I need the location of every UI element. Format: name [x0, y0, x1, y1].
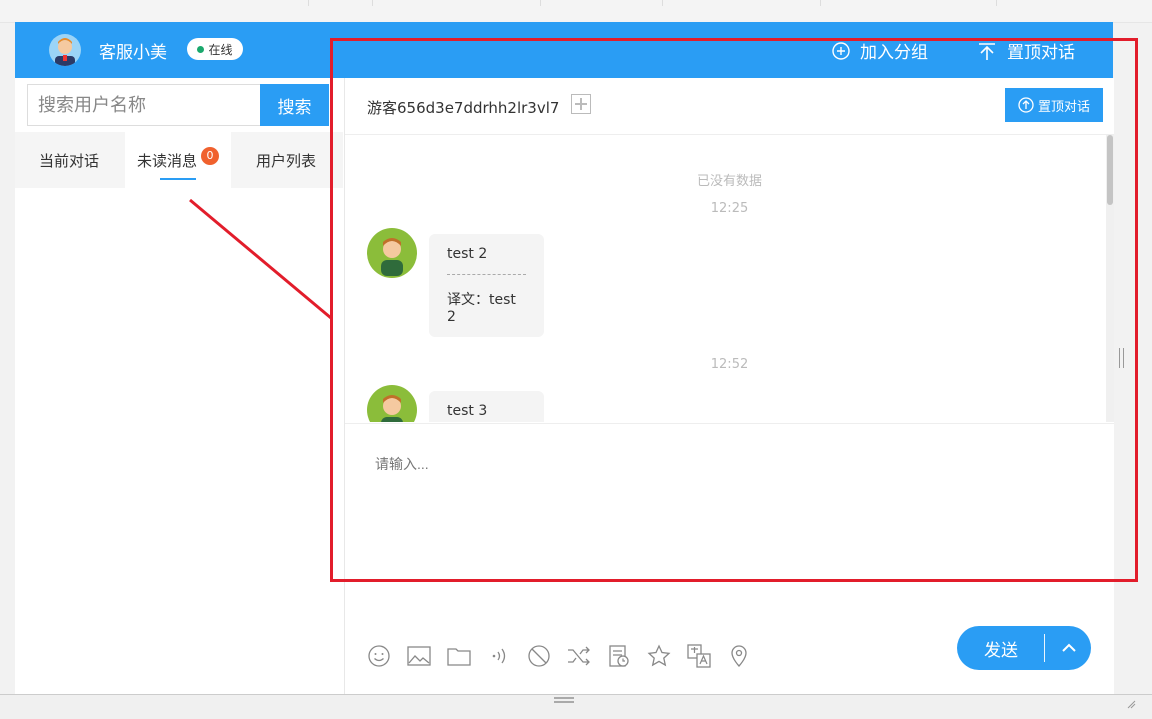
horizontal-resize-handle[interactable]	[554, 697, 574, 703]
annotation-highlight-box	[330, 38, 1138, 582]
corner-resize-icon[interactable]	[1126, 699, 1136, 709]
bottom-resize-bar	[0, 694, 1152, 719]
vertical-resize-handle[interactable]	[1119, 348, 1124, 368]
